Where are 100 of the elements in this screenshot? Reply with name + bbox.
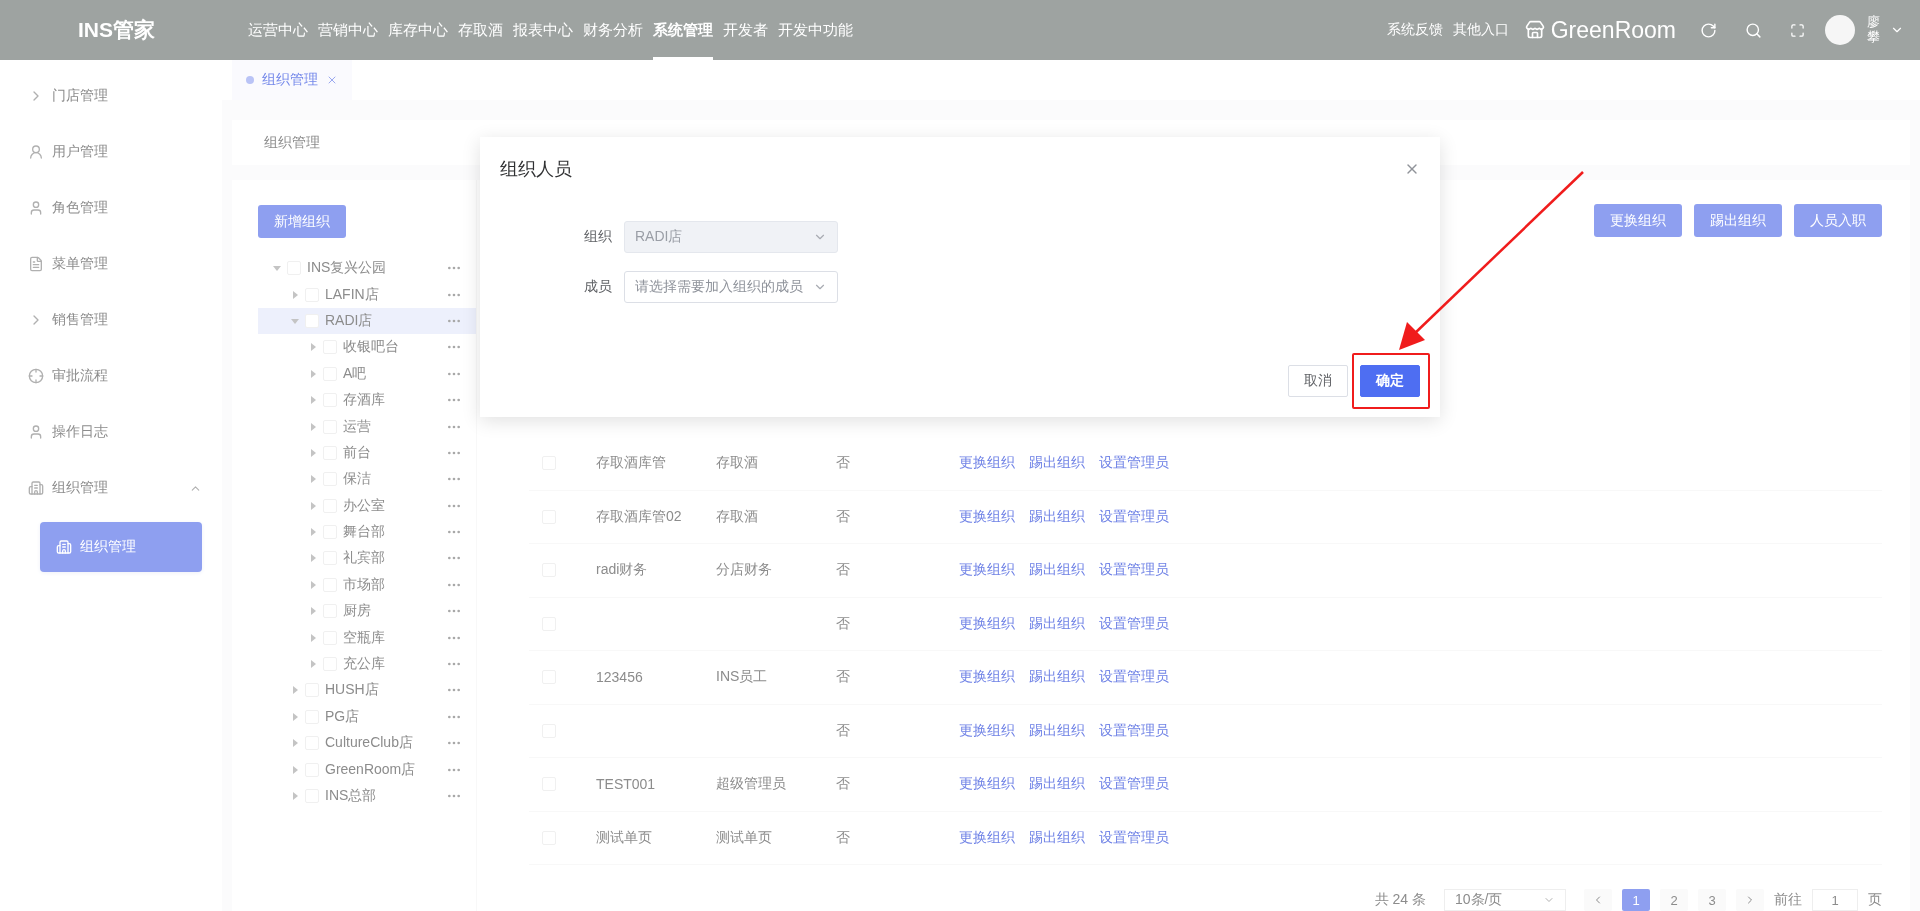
action-link[interactable]: 设置管理员: [1099, 828, 1169, 847]
tree-node[interactable]: CultureClub店: [258, 730, 476, 757]
caret-icon[interactable]: [309, 528, 317, 537]
tree-node[interactable]: INS复兴公园: [258, 255, 476, 282]
caret-icon[interactable]: [309, 448, 317, 457]
search-icon[interactable]: [1745, 21, 1762, 39]
action-link[interactable]: 踢出组织: [1029, 721, 1085, 740]
sidebar-item[interactable]: 角色管理: [0, 180, 222, 236]
nav-tab[interactable]: 营销中心: [318, 0, 378, 60]
nav-tab[interactable]: 财务分析: [583, 0, 643, 60]
caret-icon[interactable]: [291, 765, 299, 774]
sidebar-item[interactable]: 销售管理: [0, 292, 222, 348]
confirm-button[interactable]: 确定: [1360, 365, 1420, 397]
caret-icon[interactable]: [309, 422, 317, 431]
caret-icon[interactable]: [309, 554, 317, 563]
tree-node[interactable]: 空瓶库: [258, 624, 476, 651]
caret-icon[interactable]: [309, 660, 317, 669]
action-link[interactable]: 踢出组织: [1029, 507, 1085, 526]
tree-node[interactable]: RADI店: [258, 307, 476, 335]
toolbar-button[interactable]: 更换组织: [1594, 204, 1682, 237]
action-link[interactable]: 设置管理员: [1099, 614, 1169, 633]
caret-icon[interactable]: [291, 290, 299, 299]
add-org-button[interactable]: 新增组织: [258, 205, 346, 238]
close-icon[interactable]: [326, 74, 338, 86]
action-link[interactable]: 更换组织: [959, 775, 1015, 794]
page-input[interactable]: 1: [1812, 889, 1858, 911]
sidebar-item[interactable]: 菜单管理: [0, 236, 222, 292]
sidebar-item[interactable]: 组织管理: [0, 460, 222, 516]
sidebar-subitem[interactable]: 组织管理: [40, 522, 202, 572]
tree-node[interactable]: HUSH店: [258, 677, 476, 704]
tree-node[interactable]: INS总部: [258, 782, 476, 810]
caret-icon[interactable]: [309, 343, 317, 352]
next-button[interactable]: [1736, 889, 1764, 911]
tree-node[interactable]: 厨房: [258, 598, 476, 625]
page-tab[interactable]: 组织管理: [232, 60, 352, 100]
action-link[interactable]: 踢出组织: [1029, 668, 1085, 687]
action-link[interactable]: 设置管理员: [1099, 454, 1169, 473]
header-link[interactable]: 其他入口: [1452, 21, 1509, 39]
caret-icon[interactable]: [309, 633, 317, 642]
avatar[interactable]: [1825, 15, 1855, 45]
tree-node[interactable]: LAFIN店: [258, 281, 476, 308]
caret-icon[interactable]: [309, 369, 317, 378]
action-link[interactable]: 踢出组织: [1029, 454, 1085, 473]
tree-node[interactable]: GreenRoom店: [258, 756, 476, 783]
nav-tab[interactable]: 库存中心: [388, 0, 448, 60]
sidebar-item[interactable]: 操作日志: [0, 404, 222, 460]
action-link[interactable]: 踢出组织: [1029, 614, 1085, 633]
cancel-button[interactable]: 取消: [1288, 365, 1348, 397]
caret-icon[interactable]: [273, 264, 281, 273]
refresh-icon[interactable]: [1700, 21, 1717, 39]
action-link[interactable]: 更换组织: [959, 828, 1015, 847]
select-field[interactable]: 请选择需要加入组织的成员: [624, 271, 838, 303]
toolbar-button[interactable]: 人员入职: [1794, 204, 1882, 237]
page-size-select[interactable]: 10条/页: [1444, 889, 1566, 911]
caret-icon[interactable]: [309, 580, 317, 589]
tree-node[interactable]: 存酒库: [258, 386, 476, 414]
caret-icon[interactable]: [291, 712, 299, 721]
action-link[interactable]: 设置管理员: [1099, 507, 1169, 526]
nav-tab[interactable]: 存取酒: [458, 0, 503, 60]
nav-tab[interactable]: 报表中心: [513, 0, 573, 60]
action-link[interactable]: 踢出组织: [1029, 561, 1085, 580]
page-button[interactable]: 1: [1622, 889, 1650, 911]
tree-node[interactable]: A吧: [258, 360, 476, 387]
action-link[interactable]: 更换组织: [959, 507, 1015, 526]
tree-node[interactable]: 运营: [258, 413, 476, 440]
caret-icon[interactable]: [291, 686, 299, 695]
prev-button[interactable]: [1584, 889, 1612, 911]
action-link[interactable]: 更换组织: [959, 454, 1015, 473]
caret-icon[interactable]: [291, 792, 299, 800]
tree-node[interactable]: 舞台部: [258, 518, 476, 546]
tree-node[interactable]: 市场部: [258, 571, 476, 599]
tree-node[interactable]: 前台: [258, 439, 476, 467]
action-link[interactable]: 设置管理员: [1099, 561, 1169, 580]
action-link[interactable]: 更换组织: [959, 721, 1015, 740]
caret-icon[interactable]: [291, 739, 299, 748]
page-button[interactable]: 2: [1660, 889, 1688, 911]
tree-node[interactable]: 保洁: [258, 466, 476, 493]
action-link[interactable]: 更换组织: [959, 561, 1015, 580]
action-link[interactable]: 设置管理员: [1099, 668, 1169, 687]
sidebar-item[interactable]: 用户管理: [0, 124, 222, 180]
fullscreen-icon[interactable]: [1790, 22, 1805, 38]
header-link[interactable]: 系统反馈: [1386, 21, 1443, 39]
action-link[interactable]: 设置管理员: [1099, 721, 1169, 740]
caret-icon[interactable]: [291, 316, 299, 325]
tree-node[interactable]: 办公室: [258, 492, 476, 519]
caret-icon[interactable]: [309, 501, 317, 510]
tree-node[interactable]: 充公库: [258, 650, 476, 678]
tree-node[interactable]: PG店: [258, 703, 476, 731]
nav-tab[interactable]: 开发者: [723, 0, 768, 60]
user-name[interactable]: 廖攀: [1867, 15, 1880, 45]
action-link[interactable]: 更换组织: [959, 668, 1015, 687]
toolbar-button[interactable]: 踢出组织: [1694, 204, 1782, 237]
nav-tab[interactable]: 运营中心: [248, 0, 308, 60]
action-link[interactable]: 设置管理员: [1099, 775, 1169, 794]
tree-node[interactable]: 礼宾部: [258, 545, 476, 572]
nav-tab[interactable]: 开发中功能: [778, 0, 853, 60]
action-link[interactable]: 踢出组织: [1029, 775, 1085, 794]
caret-icon[interactable]: [309, 607, 317, 616]
caret-icon[interactable]: [309, 396, 317, 405]
sidebar-item[interactable]: 门店管理: [0, 68, 222, 124]
